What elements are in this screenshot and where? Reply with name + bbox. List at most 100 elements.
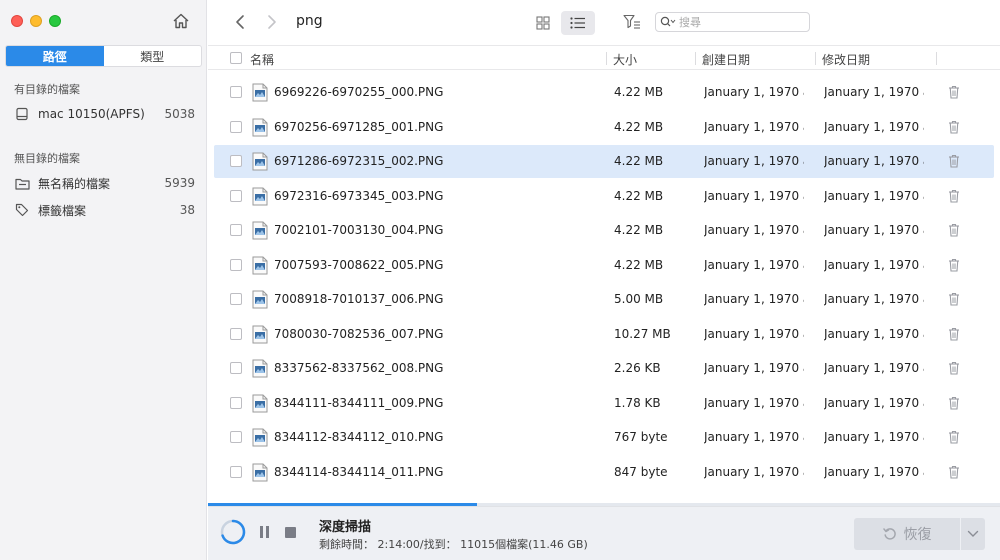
recover-icon [882, 528, 896, 540]
trash-icon[interactable] [948, 223, 960, 237]
row-checkbox[interactable] [230, 258, 242, 271]
column-divider[interactable] [936, 52, 937, 65]
trash-icon[interactable] [948, 396, 960, 410]
section-heading-with-directory: 有目錄的檔案 [14, 83, 80, 96]
trash-icon[interactable] [948, 154, 960, 168]
file-name: 6971286-6972315_002.PNG [274, 154, 444, 168]
pause-scan-button[interactable] [260, 526, 272, 540]
search-input[interactable] [679, 15, 799, 29]
row-checkbox[interactable] [230, 120, 242, 133]
row-checkbox[interactable] [230, 431, 242, 443]
file-modified-date: January 1, 1970 a... [824, 395, 924, 410]
trash-icon[interactable] [948, 120, 960, 134]
table-row[interactable]: 8344112-8344112_010.PNG 767 byte January 1… [214, 421, 994, 454]
list-view-button[interactable] [561, 11, 595, 35]
recover-options-button[interactable] [961, 518, 985, 550]
row-checkbox[interactable] [230, 224, 242, 236]
table-row[interactable]: 6969226-6970255_000.PNG 4.22 MB January 1,… [214, 76, 994, 109]
tab-type[interactable]: 類型 [104, 46, 202, 66]
search-icon [660, 16, 676, 27]
scan-title: 深度掃描 [319, 520, 372, 535]
table-row[interactable]: 8344111-8344111_009.PNG 1.78 KB January 1,… [214, 387, 994, 420]
file-size: 4.22 MB [614, 188, 664, 203]
file-size: 4.22 MB [614, 119, 664, 134]
row-checkbox[interactable] [230, 465, 242, 478]
column-divider[interactable] [606, 52, 607, 65]
table-row[interactable]: 6970256-6971285_001.PNG 4.22 MB January 1,… [214, 111, 994, 144]
file-name: 6970256-6971285_001.PNG [274, 119, 444, 134]
row-checkbox[interactable] [230, 155, 242, 167]
file-modified-date: January 1, 1970 a... [824, 292, 924, 306]
row-checkbox[interactable] [230, 327, 242, 340]
column-header-modified[interactable]: 修改日期 [822, 51, 870, 68]
recover-button[interactable]: 恢復 [854, 518, 960, 550]
file-modified-date: January 1, 1970 a... [824, 188, 924, 203]
trash-icon[interactable] [948, 327, 960, 341]
file-size: 4.22 MB [614, 223, 664, 237]
chevron-right-icon [268, 15, 276, 29]
file-created-date: January 1, 1970 a... [704, 395, 804, 410]
row-checkbox[interactable] [230, 396, 242, 409]
file-size: 767 byte [614, 430, 668, 444]
file-name: 7080030-7082536_007.PNG [274, 326, 444, 341]
trash-icon[interactable] [948, 85, 960, 99]
file-size: 2.26 KB [614, 361, 661, 375]
file-created-date: January 1, 1970 a... [704, 464, 804, 479]
tab-path[interactable]: 路徑 [6, 46, 104, 66]
forward-button[interactable] [264, 12, 280, 32]
trash-icon[interactable] [948, 430, 960, 444]
file-created-date: January 1, 1970 a... [704, 85, 804, 99]
filter-button[interactable] [622, 11, 642, 33]
back-button[interactable] [232, 12, 248, 32]
trash-icon[interactable] [948, 361, 960, 375]
zoom-window-button[interactable] [49, 15, 61, 27]
table-row[interactable]: 7007593-7008622_005.PNG 4.22 MB January 1,… [214, 249, 994, 282]
table-row[interactable]: 7080030-7082536_007.PNG 10.27 MB January 1… [214, 318, 994, 351]
sidebar-item-mac-volume[interactable]: mac 10150(APFS) 5038 [0, 101, 207, 127]
file-name: 6972316-6973345_003.PNG [274, 188, 444, 203]
view-mode-tabs: 路徑 類型 [5, 45, 202, 67]
close-window-button[interactable] [11, 15, 23, 27]
column-divider[interactable] [815, 52, 816, 65]
scan-status-bar: 深度掃描 剩餘時間： 2:14:00/找到： 11015個檔案(11.46 GB… [208, 506, 1000, 560]
row-checkbox[interactable] [230, 189, 242, 202]
minimize-window-button[interactable] [30, 15, 42, 27]
column-header-name[interactable]: 名稱 [250, 51, 274, 68]
png-file-icon [252, 428, 268, 447]
file-created-date: January 1, 1970 a... [704, 430, 804, 444]
file-created-date: January 1, 1970 a... [704, 223, 804, 237]
trash-icon[interactable] [948, 258, 960, 272]
table-row[interactable]: 6972316-6973345_003.PNG 4.22 MB January 1,… [214, 180, 994, 213]
row-checkbox[interactable] [230, 86, 242, 98]
row-checkbox[interactable] [230, 293, 242, 305]
file-modified-date: January 1, 1970 a... [824, 257, 924, 272]
column-header-created[interactable]: 創建日期 [702, 51, 750, 68]
sidebar: 路徑 類型 有目錄的檔案 mac 10150(APFS) 5038 無目錄的檔案… [0, 0, 207, 560]
select-all-checkbox[interactable] [230, 52, 242, 64]
stop-scan-button[interactable] [285, 527, 296, 538]
column-header-size[interactable]: 大小 [613, 51, 637, 68]
trash-icon[interactable] [948, 189, 960, 203]
file-size: 847 byte [614, 464, 668, 479]
home-button[interactable] [170, 10, 192, 32]
chevron-down-icon [967, 530, 979, 537]
table-row[interactable]: 8337562-8337562_008.PNG 2.26 KB January 1,… [214, 352, 994, 385]
loading-spinner-icon [220, 519, 246, 545]
table-row[interactable]: 6971286-6972315_002.PNG 4.22 MB January 1,… [214, 145, 994, 178]
file-name: 6969226-6970255_000.PNG [274, 85, 444, 99]
trash-icon[interactable] [948, 292, 960, 306]
file-modified-date: January 1, 1970 a... [824, 361, 924, 375]
column-divider[interactable] [695, 52, 696, 65]
trash-icon[interactable] [948, 465, 960, 479]
table-row[interactable]: 7008918-7010137_006.PNG 5.00 MB January 1,… [214, 283, 994, 316]
sidebar-item-tagged-files[interactable]: 標籤檔案 38 [0, 197, 207, 223]
png-file-icon [252, 290, 268, 309]
search-box[interactable] [655, 12, 810, 32]
file-name: 8344111-8344111_009.PNG [274, 395, 444, 410]
table-row[interactable]: 7002101-7003130_004.PNG 4.22 MB January 1,… [214, 214, 994, 247]
sidebar-item-unnamed-files[interactable]: 無名稱的檔案 5939 [0, 170, 207, 196]
table-row[interactable]: 8344114-8344114_011.PNG 847 byte January 1… [214, 456, 994, 489]
grid-view-button[interactable] [528, 11, 558, 35]
row-checkbox[interactable] [230, 362, 242, 374]
folder-icon [13, 174, 31, 192]
